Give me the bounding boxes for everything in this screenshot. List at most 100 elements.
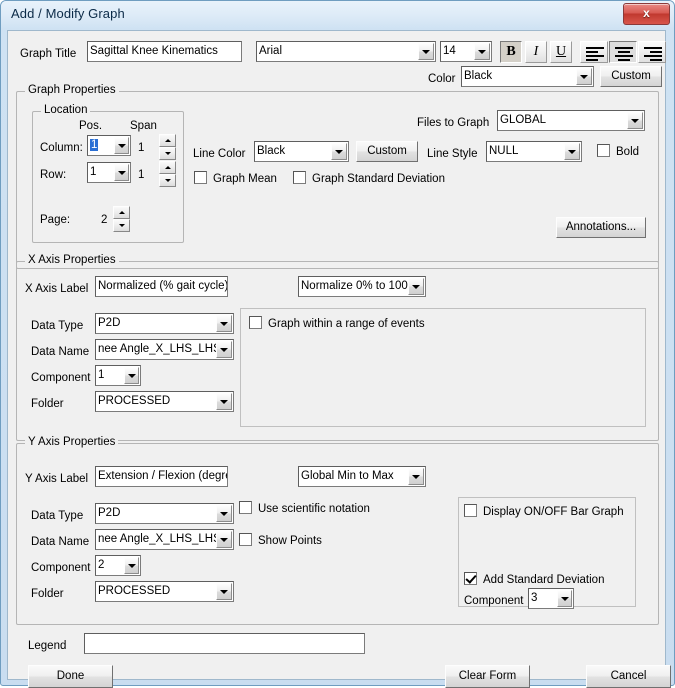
bold-checkbox[interactable] bbox=[597, 144, 610, 157]
chevron-down-icon[interactable] bbox=[124, 557, 139, 574]
chevron-down-icon[interactable] bbox=[124, 367, 139, 384]
x-data-name-select[interactable]: nee Angle_X_LHS_LHS bbox=[95, 339, 234, 360]
chevron-down-icon[interactable] bbox=[408, 278, 424, 295]
line-style-value: NULL bbox=[489, 145, 519, 157]
location-group-title: Location bbox=[41, 104, 91, 116]
y-component-value: 2 bbox=[98, 559, 105, 571]
align-left-icon bbox=[586, 55, 604, 57]
clear-form-button[interactable]: Clear Form bbox=[445, 665, 530, 688]
line-color-custom-button[interactable]: Custom bbox=[356, 141, 418, 162]
y-data-name-select[interactable]: nee Angle_X_LHS_LHS bbox=[95, 529, 234, 550]
cancel-button[interactable]: Cancel bbox=[586, 665, 671, 688]
y-scientific-checkbox[interactable] bbox=[239, 501, 252, 514]
graph-title-label: Graph Title bbox=[20, 48, 77, 60]
legend-label: Legend bbox=[28, 640, 67, 652]
x-component-select[interactable]: 1 bbox=[95, 365, 141, 386]
x-data-type-label: Data Type bbox=[31, 320, 84, 332]
align-center-button[interactable] bbox=[609, 41, 637, 63]
chevron-down-icon[interactable] bbox=[474, 43, 490, 60]
y-axis-label-label: Y Axis Label bbox=[25, 473, 89, 485]
align-left-icon bbox=[586, 59, 598, 61]
y-std-component-label: Component bbox=[464, 595, 524, 607]
chevron-down-icon[interactable] bbox=[216, 505, 232, 522]
x-data-type-value: P2D bbox=[98, 317, 121, 329]
chevron-down-icon[interactable] bbox=[216, 531, 232, 548]
column-span-up-icon[interactable] bbox=[159, 134, 176, 147]
row-span-up-icon[interactable] bbox=[159, 161, 176, 174]
y-scale-value: Global Min to Max bbox=[301, 470, 394, 482]
font-size-value: 14 bbox=[443, 45, 456, 57]
x-normalize-select[interactable]: Normalize 0% to 100% bbox=[298, 276, 426, 297]
x-range-events-label: Graph within a range of events bbox=[268, 318, 425, 330]
chevron-down-icon[interactable] bbox=[418, 43, 434, 60]
y-folder-value: PROCESSED bbox=[98, 585, 171, 597]
chevron-down-icon[interactable] bbox=[557, 590, 572, 607]
chevron-down-icon[interactable] bbox=[216, 315, 232, 332]
underline-button[interactable]: U bbox=[550, 41, 572, 63]
y-axis-label-input[interactable]: Extension / Flexion (degree bbox=[95, 466, 228, 487]
x-axis-label-input[interactable]: Normalized (% gait cycle) bbox=[95, 276, 228, 297]
column-span-down-icon[interactable] bbox=[159, 147, 176, 160]
chevron-down-icon[interactable] bbox=[564, 143, 580, 160]
y-data-name-label: Data Name bbox=[31, 536, 90, 548]
y-add-std-dev-checkbox[interactable] bbox=[464, 572, 477, 585]
span-header: Span bbox=[130, 120, 157, 132]
graph-title-input[interactable]: Sagittal Knee Kinematics bbox=[87, 41, 242, 62]
align-center-icon bbox=[615, 47, 633, 49]
chevron-down-icon[interactable] bbox=[114, 137, 129, 154]
y-folder-select[interactable]: PROCESSED bbox=[95, 581, 234, 602]
column-pos-select[interactable]: 1 bbox=[87, 135, 131, 156]
align-right-icon bbox=[650, 59, 662, 61]
y-std-component-value: 3 bbox=[531, 592, 538, 604]
align-right-icon bbox=[644, 55, 662, 57]
align-right-button[interactable] bbox=[638, 41, 666, 63]
y-std-component-select[interactable]: 3 bbox=[528, 588, 574, 609]
chevron-down-icon[interactable] bbox=[408, 468, 424, 485]
y-bar-graph-checkbox[interactable] bbox=[464, 504, 477, 517]
x-component-value: 1 bbox=[98, 369, 105, 381]
annotations-button[interactable]: Annotations... bbox=[556, 217, 646, 238]
align-center-icon bbox=[615, 55, 633, 57]
title-color-custom-button[interactable]: Custom bbox=[600, 66, 662, 87]
row-span-stepper[interactable] bbox=[159, 161, 176, 187]
column-span-stepper[interactable] bbox=[159, 134, 176, 160]
chevron-down-icon[interactable] bbox=[216, 341, 232, 358]
page-up-icon[interactable] bbox=[113, 206, 130, 219]
y-show-points-checkbox[interactable] bbox=[239, 533, 252, 546]
font-family-select[interactable]: Arial bbox=[256, 41, 436, 62]
x-folder-select[interactable]: PROCESSED bbox=[95, 391, 234, 412]
legend-input[interactable] bbox=[84, 633, 365, 654]
align-left-button[interactable] bbox=[580, 41, 608, 63]
line-color-label: Line Color bbox=[193, 148, 246, 160]
chevron-down-icon[interactable] bbox=[331, 143, 347, 160]
chevron-down-icon[interactable] bbox=[576, 68, 592, 85]
chevron-down-icon[interactable] bbox=[114, 164, 129, 181]
row-pos-select[interactable]: 1 bbox=[87, 162, 131, 183]
y-component-select[interactable]: 2 bbox=[95, 555, 141, 576]
files-to-graph-select[interactable]: GLOBAL bbox=[497, 110, 645, 131]
row-span-down-icon[interactable] bbox=[159, 174, 176, 187]
y-scale-select[interactable]: Global Min to Max bbox=[298, 466, 426, 487]
chevron-down-icon[interactable] bbox=[216, 583, 232, 600]
page-down-icon[interactable] bbox=[113, 219, 130, 232]
chevron-down-icon[interactable] bbox=[627, 112, 643, 129]
bold-button[interactable]: B bbox=[500, 41, 522, 63]
y-component-label: Component bbox=[31, 562, 91, 574]
graph-mean-checkbox[interactable] bbox=[194, 171, 207, 184]
column-span-value: 1 bbox=[138, 142, 145, 154]
x-range-events-checkbox[interactable] bbox=[249, 316, 262, 329]
done-button[interactable]: Done bbox=[28, 665, 113, 688]
title-color-select[interactable]: Black bbox=[461, 66, 594, 87]
close-icon[interactable]: x bbox=[623, 3, 670, 25]
italic-button[interactable]: I bbox=[525, 41, 547, 63]
chevron-down-icon[interactable] bbox=[216, 393, 232, 410]
column-label: Column: bbox=[40, 142, 83, 154]
font-size-select[interactable]: 14 bbox=[440, 41, 492, 62]
line-style-select[interactable]: NULL bbox=[486, 141, 582, 162]
y-data-type-select[interactable]: P2D bbox=[95, 503, 234, 524]
graph-std-dev-checkbox[interactable] bbox=[293, 171, 306, 184]
page-stepper[interactable] bbox=[113, 206, 130, 232]
title-bar: Add / Modify Graph x bbox=[1, 1, 674, 29]
x-data-type-select[interactable]: P2D bbox=[95, 313, 234, 334]
line-color-select[interactable]: Black bbox=[254, 141, 349, 162]
